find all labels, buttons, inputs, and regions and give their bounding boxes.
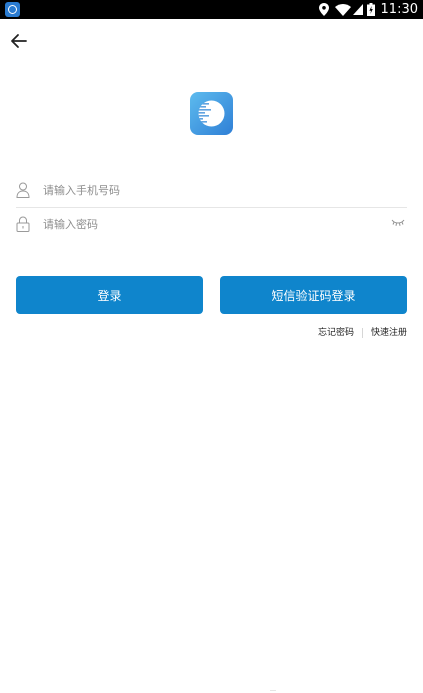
phone-row (16, 174, 407, 208)
app-logo-icon (198, 100, 225, 127)
signal-icon (352, 4, 363, 15)
battery-icon (366, 3, 375, 16)
status-time: 11:30 (380, 2, 418, 17)
status-bar: 11:30 (0, 0, 423, 19)
password-input[interactable] (43, 208, 383, 241)
password-row (16, 208, 407, 241)
bottom-divider (270, 690, 276, 691)
phone-input[interactable] (43, 174, 383, 207)
forgot-password-link[interactable]: 忘记密码 (318, 326, 354, 340)
location-icon (318, 3, 329, 16)
arrow-left-icon (11, 34, 27, 48)
sms-login-button[interactable]: 短信验证码登录 (220, 276, 407, 314)
user-icon (16, 182, 30, 198)
lock-icon (16, 216, 30, 232)
back-button[interactable] (8, 30, 30, 52)
login-button[interactable]: 登录 (16, 276, 203, 314)
quick-register-link[interactable]: 快速注册 (371, 326, 407, 340)
link-divider (361, 328, 363, 338)
auth-links: 忘记密码 快速注册 (318, 326, 407, 340)
eye-closed-icon[interactable] (391, 218, 405, 228)
app-notification-icon (5, 2, 20, 17)
status-icons: 11:30 (318, 0, 418, 19)
app-logo (190, 92, 233, 135)
wifi-icon (334, 3, 351, 16)
